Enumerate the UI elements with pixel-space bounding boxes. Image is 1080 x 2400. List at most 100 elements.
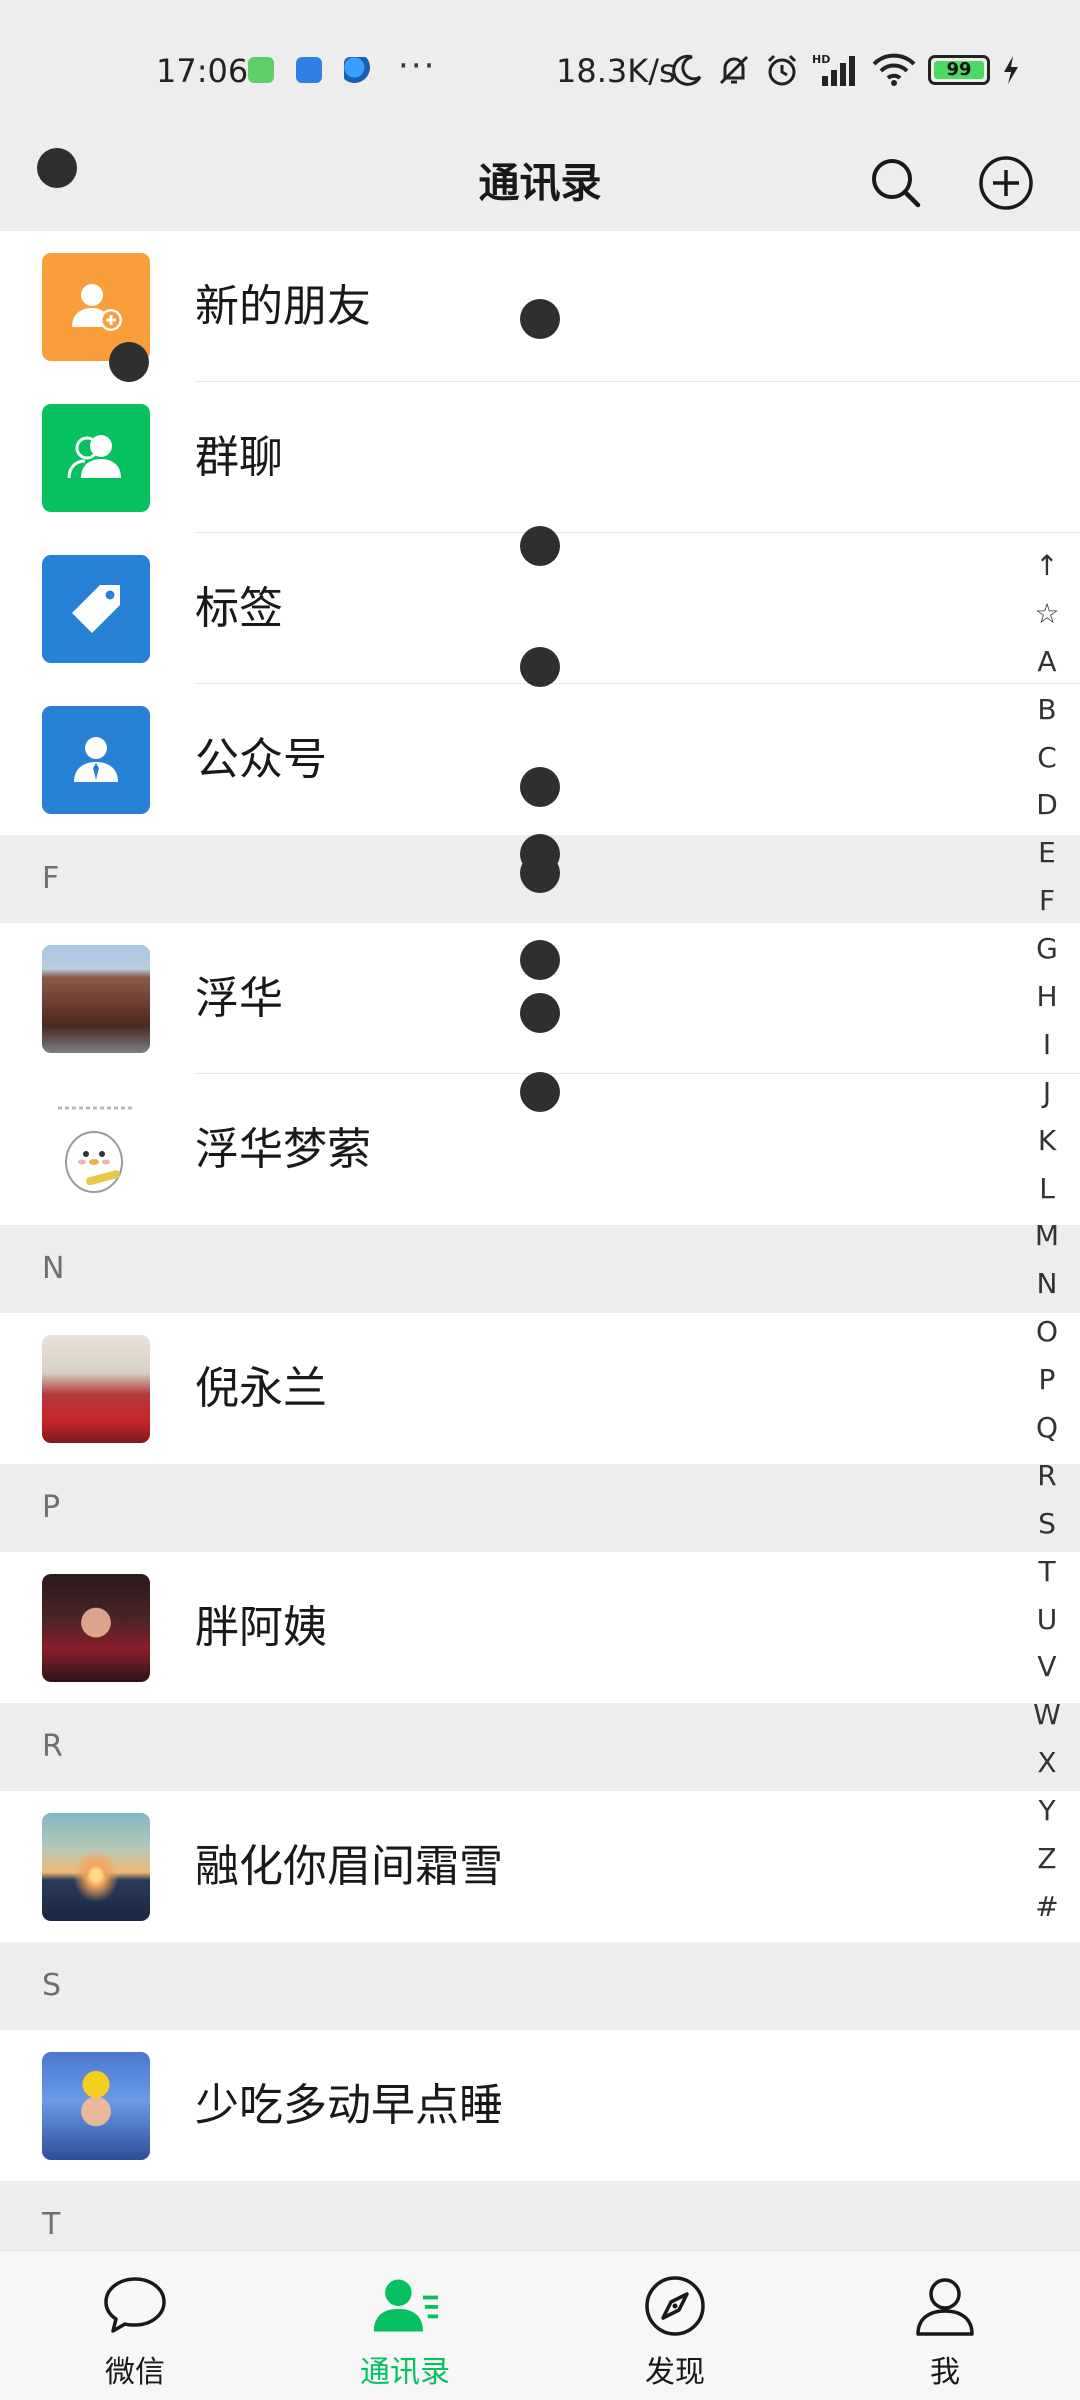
- alpha-index-letter[interactable]: Q: [1022, 1404, 1072, 1452]
- contact-avatar: [42, 1335, 150, 1443]
- alpha-index-letter[interactable]: N: [1022, 1260, 1072, 1308]
- alpha-index-letter[interactable]: O: [1022, 1308, 1072, 1356]
- bottom-tab-bar: 微信 通讯录 发现 我: [0, 2250, 1080, 2400]
- alpha-index-letter[interactable]: ↑: [1022, 542, 1072, 590]
- section-header-t: T: [0, 2181, 1080, 2250]
- tab-me[interactable]: 我: [810, 2251, 1080, 2400]
- section-header-p: P: [0, 1464, 1080, 1552]
- tab-label: 通讯录: [360, 2355, 450, 2390]
- alpha-index-letter[interactable]: K: [1022, 1117, 1072, 1165]
- status-time: 17:06: [156, 52, 249, 90]
- contact-name: 浮华梦萦: [195, 1124, 371, 1175]
- contact-row[interactable]: 融化你眉间霜雪: [0, 1791, 1080, 1942]
- alpha-index-letter[interactable]: G: [1022, 925, 1072, 973]
- alpha-index-letter[interactable]: B: [1022, 686, 1072, 734]
- alpha-index-letter[interactable]: L: [1022, 1165, 1072, 1213]
- contact-row[interactable]: 胖阿姨: [0, 1552, 1080, 1703]
- tab-discover[interactable]: 发现: [540, 2251, 810, 2400]
- touch-dot: [520, 940, 560, 980]
- section-header-r: R: [0, 1703, 1080, 1791]
- touch-dot: [37, 148, 77, 188]
- add-button[interactable]: [962, 139, 1050, 227]
- tab-label: 我: [930, 2355, 960, 2390]
- tag-icon: [42, 555, 150, 663]
- bell-off-icon: [719, 55, 749, 85]
- wifi-icon: [872, 53, 916, 86]
- app-notification-browser-icon: [344, 57, 370, 83]
- contacts-icon: [370, 2273, 440, 2339]
- hd-signal-icon: HD: [812, 53, 855, 86]
- section-header-s: S: [0, 1942, 1080, 2030]
- touch-dot: [109, 342, 149, 382]
- alpha-index-letter[interactable]: M: [1022, 1212, 1072, 1260]
- profile-icon: [910, 2273, 980, 2339]
- touch-dot: [520, 993, 560, 1033]
- contact-name: 浮华: [195, 973, 283, 1024]
- alpha-index-letter[interactable]: T: [1022, 1548, 1072, 1596]
- contact-avatar: [42, 1096, 150, 1204]
- contact-row[interactable]: 倪永兰: [0, 1313, 1080, 1464]
- alpha-index-letter[interactable]: V: [1022, 1643, 1072, 1691]
- official-account-icon: [42, 706, 150, 814]
- contact-row[interactable]: 少吃多动早点睡: [0, 2030, 1080, 2181]
- tab-chats[interactable]: 微信: [0, 2251, 270, 2400]
- moon-icon: [672, 54, 702, 86]
- network-speed: 18.3K/s: [556, 52, 676, 90]
- alpha-index-letter[interactable]: J: [1022, 1069, 1072, 1117]
- alpha-index-letter[interactable]: X: [1022, 1739, 1072, 1787]
- tab-label: 发现: [645, 2355, 705, 2390]
- plus-circle-icon: [979, 156, 1033, 210]
- contact-avatar: [42, 945, 150, 1053]
- svg-text:HD: HD: [812, 53, 830, 66]
- alpha-index-letter[interactable]: F: [1022, 877, 1072, 925]
- alpha-index-letter[interactable]: U: [1022, 1596, 1072, 1644]
- alpha-index-letter[interactable]: A: [1022, 638, 1072, 686]
- touch-dot: [520, 1072, 560, 1112]
- alarm-icon: [767, 54, 797, 86]
- alpha-index-letter[interactable]: S: [1022, 1500, 1072, 1548]
- new-friends-label: 新的朋友: [195, 281, 371, 332]
- alpha-index-letter[interactable]: ☆: [1022, 590, 1072, 638]
- charging-icon: [1004, 56, 1018, 84]
- status-bar: 17:06 ··· 18.3K/s HD 99: [0, 0, 1080, 135]
- search-button[interactable]: [852, 139, 940, 227]
- group-chats-label: 群聊: [195, 432, 283, 483]
- section-header-n: N: [0, 1225, 1080, 1313]
- contact-avatar: [42, 1813, 150, 1921]
- alpha-index-letter[interactable]: H: [1022, 973, 1072, 1021]
- status-more-dots: ···: [398, 46, 437, 86]
- alphabet-index[interactable]: ↑ ☆ A B C D E F G H I J K L M N O P Q R S T U V W X Y Z #: [1022, 542, 1072, 1931]
- alpha-index-letter[interactable]: Y: [1022, 1787, 1072, 1835]
- battery-level: 99: [946, 59, 972, 80]
- touch-dot: [520, 647, 560, 687]
- alpha-index-letter[interactable]: Z: [1022, 1835, 1072, 1883]
- search-icon: [872, 159, 921, 208]
- alpha-index-letter[interactable]: E: [1022, 829, 1072, 877]
- compass-icon: [640, 2273, 710, 2339]
- official-accounts-row[interactable]: 公众号: [0, 684, 1080, 835]
- group-chats-row[interactable]: 群聊: [0, 382, 1080, 533]
- contact-avatar: [42, 1574, 150, 1682]
- touch-dot: [520, 526, 560, 566]
- tab-contacts[interactable]: 通讯录: [270, 2251, 540, 2400]
- contact-name: 胖阿姨: [195, 1602, 327, 1653]
- contact-name: 融化你眉间霜雪: [195, 1841, 503, 1892]
- official-accounts-label: 公众号: [195, 734, 327, 785]
- alpha-index-letter[interactable]: #: [1022, 1883, 1072, 1931]
- alpha-index-letter[interactable]: D: [1022, 781, 1072, 829]
- alpha-index-letter[interactable]: I: [1022, 1021, 1072, 1069]
- contact-name: 少吃多动早点睡: [195, 2080, 503, 2131]
- chat-bubble-icon: [100, 2273, 170, 2339]
- tags-label: 标签: [195, 583, 283, 634]
- touch-dot: [520, 299, 560, 339]
- status-icons: HD 99: [670, 48, 1020, 92]
- touch-dot: [520, 767, 560, 807]
- alpha-index-letter[interactable]: P: [1022, 1356, 1072, 1404]
- contact-name: 倪永兰: [195, 1363, 327, 1414]
- alpha-index-letter[interactable]: R: [1022, 1452, 1072, 1500]
- alpha-index-letter[interactable]: C: [1022, 734, 1072, 782]
- app-notification-blue-icon: [296, 57, 322, 83]
- touch-dot: [520, 853, 560, 893]
- group-chat-icon: [42, 404, 150, 512]
- alpha-index-letter[interactable]: W: [1022, 1691, 1072, 1739]
